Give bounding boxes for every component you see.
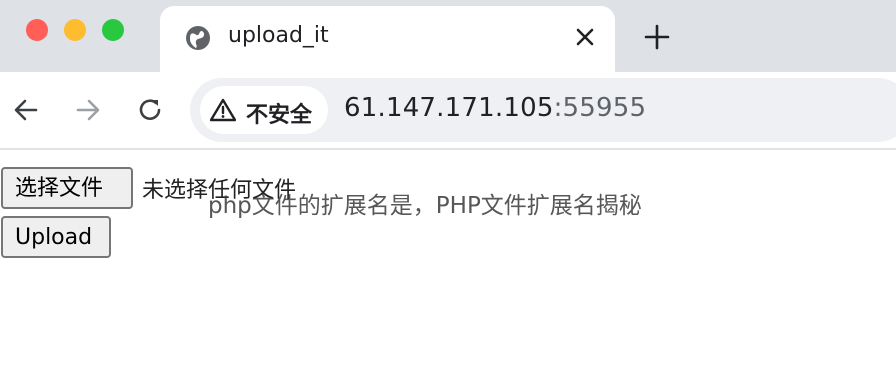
- close-window-button[interactable]: [26, 19, 48, 41]
- upload-button[interactable]: Upload: [1, 216, 111, 258]
- security-label: 不安全: [246, 103, 313, 128]
- reload-icon[interactable]: [134, 94, 166, 126]
- url-text[interactable]: 61.147.171.105:55955: [344, 93, 646, 123]
- minimize-window-button[interactable]: [64, 19, 86, 41]
- browser-titlebar: upload_it: [0, 0, 896, 72]
- address-bar[interactable]: 不安全 61.147.171.105:55955: [190, 78, 896, 142]
- page-content: 选择文件 未选择任何文件 Upload php文件的扩展名是，PHP文件扩展名揭…: [0, 150, 896, 385]
- tab-title: upload_it: [228, 23, 329, 48]
- choose-file-button[interactable]: 选择文件: [1, 167, 133, 209]
- globe-icon: [186, 26, 210, 50]
- security-chip[interactable]: 不安全: [200, 86, 328, 134]
- warning-triangle-icon: [210, 98, 236, 122]
- maximize-window-button[interactable]: [102, 19, 124, 41]
- back-arrow-icon[interactable]: [10, 94, 42, 126]
- browser-tab-active[interactable]: upload_it: [160, 6, 615, 72]
- forward-arrow-icon[interactable]: [72, 94, 104, 126]
- watermark-overlay-text: php文件的扩展名是，PHP文件扩展名揭秘: [208, 193, 642, 219]
- browser-toolbar: 不安全 61.147.171.105:55955: [0, 72, 896, 150]
- url-host: 61.147.171.105: [344, 93, 554, 123]
- plus-icon[interactable]: [642, 22, 672, 52]
- close-icon[interactable]: [572, 24, 598, 50]
- url-port: :55955: [553, 93, 647, 123]
